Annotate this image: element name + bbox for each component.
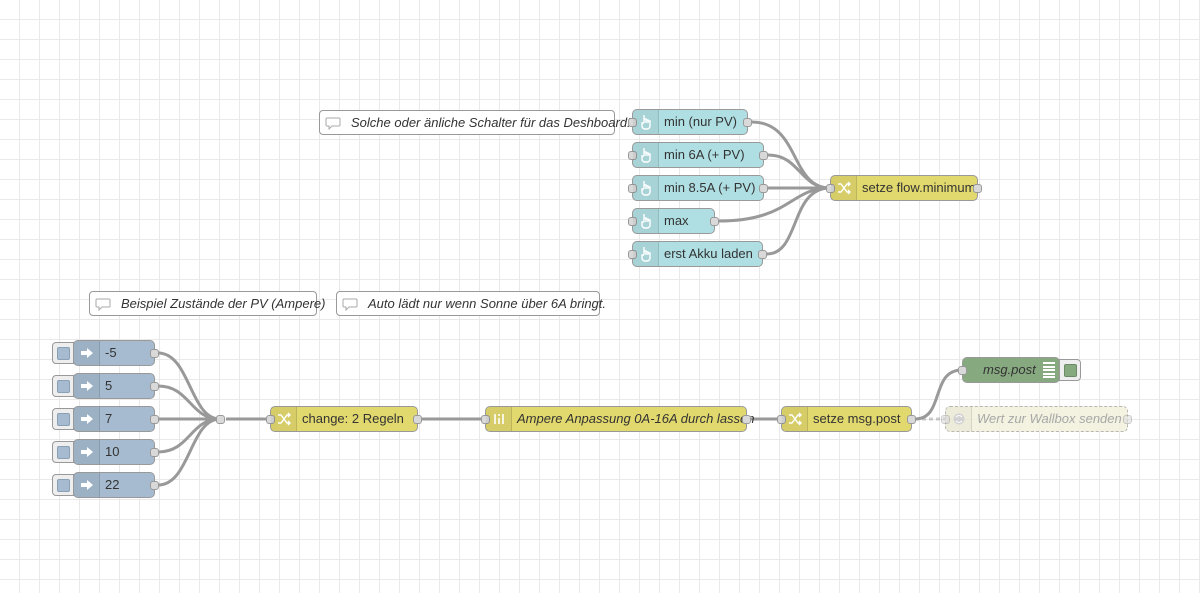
wire-junction[interactable] xyxy=(216,415,225,424)
debug-toggle-button[interactable] xyxy=(1059,359,1081,381)
node-label: erst Akku laden xyxy=(664,246,753,261)
node-label: 10 xyxy=(105,444,120,459)
inject-trigger-button[interactable] xyxy=(52,408,74,430)
hand-pointer-icon xyxy=(633,143,659,167)
wire xyxy=(767,153,831,190)
node-label: 7 xyxy=(105,411,113,426)
output-port[interactable] xyxy=(759,151,768,160)
output-port[interactable] xyxy=(150,415,159,424)
output-port[interactable] xyxy=(710,217,719,226)
node-label: Wert zur Wallbox senden xyxy=(977,411,1122,426)
dashboard-button-min-8-5a[interactable]: min 8.5A (+ PV) xyxy=(628,175,768,201)
wire xyxy=(157,384,221,421)
arrow-right-icon xyxy=(74,374,100,398)
speech-bubble-icon xyxy=(90,292,115,315)
globe-icon xyxy=(946,407,972,431)
inject-node-minus-5[interactable]: -5 xyxy=(52,340,159,366)
output-port[interactable] xyxy=(742,415,751,424)
change-node-msg-post[interactable]: setze msg.post xyxy=(777,406,916,432)
node-label: min 6A (+ PV) xyxy=(664,147,745,162)
function-node-ampere[interactable]: Ampere Anpassung 0A-16A durch lassen xyxy=(481,406,755,432)
shuffle-icon xyxy=(271,407,297,431)
output-port[interactable] xyxy=(973,184,982,193)
dashboard-button-akku[interactable]: erst Akku laden xyxy=(628,241,767,267)
inject-trigger-button[interactable] xyxy=(52,375,74,397)
change-node-rules[interactable]: change: 2 Regeln xyxy=(266,406,422,432)
node-label: max xyxy=(664,213,689,228)
output-port[interactable] xyxy=(150,448,159,457)
inject-trigger-button[interactable] xyxy=(52,441,74,463)
comment-label: Auto lädt nur wenn Sonne über 6A bringt. xyxy=(368,296,607,311)
function-icon xyxy=(486,407,512,431)
output-port[interactable] xyxy=(907,415,916,424)
node-label: msg.post xyxy=(983,362,1036,377)
node-label: setze flow.minimum xyxy=(862,180,976,195)
node-label: -5 xyxy=(105,345,117,360)
debug-node-msg-post[interactable]: msg.post xyxy=(958,357,1081,383)
input-port[interactable] xyxy=(958,366,967,375)
list-icon xyxy=(1043,362,1055,378)
comment-label: Beispiel Zustände der PV (Ampere) xyxy=(121,296,326,311)
comment-pv-states[interactable]: Beispiel Zustände der PV (Ampere) xyxy=(89,291,325,316)
hand-pointer-icon xyxy=(633,110,659,134)
hand-pointer-icon xyxy=(633,176,659,200)
node-label: 5 xyxy=(105,378,113,393)
node-label: 22 xyxy=(105,477,120,492)
arrow-right-icon xyxy=(74,440,100,464)
inject-node-7[interactable]: 7 xyxy=(52,406,159,432)
output-port[interactable] xyxy=(758,250,767,259)
inject-node-10[interactable]: 10 xyxy=(52,439,159,465)
node-label: setze msg.post xyxy=(813,411,901,426)
change-node-flow-minimum[interactable]: setze flow.minimum xyxy=(826,175,982,201)
shuffle-icon xyxy=(831,176,857,200)
arrow-right-icon xyxy=(74,341,100,365)
output-port[interactable] xyxy=(150,481,159,490)
hand-pointer-icon xyxy=(633,209,659,233)
dashboard-button-max[interactable]: max xyxy=(628,208,719,234)
speech-bubble-icon xyxy=(337,292,362,315)
hand-pointer-icon xyxy=(633,242,659,266)
arrow-right-icon xyxy=(74,407,100,431)
node-label: min 8.5A (+ PV) xyxy=(664,180,756,195)
output-port[interactable] xyxy=(150,382,159,391)
comment-label: Solche oder änliche Schalter für das Des… xyxy=(351,115,638,130)
node-label: Ampere Anpassung 0A-16A durch lassen xyxy=(517,411,755,426)
dashboard-button-min-pv[interactable]: min (nur PV) xyxy=(628,109,752,135)
inject-node-22[interactable]: 22 xyxy=(52,472,159,498)
output-port[interactable] xyxy=(1123,415,1132,424)
comment-dashboard[interactable]: Solche oder änliche Schalter für das Des… xyxy=(319,110,638,135)
node-label: change: 2 Regeln xyxy=(302,411,404,426)
speech-bubble-icon xyxy=(320,111,345,134)
output-port[interactable] xyxy=(759,184,768,193)
comment-sun[interactable]: Auto lädt nur wenn Sonne über 6A bringt. xyxy=(336,291,606,316)
wire xyxy=(157,417,221,454)
output-port[interactable] xyxy=(413,415,422,424)
dashboard-button-min-6a[interactable]: min 6A (+ PV) xyxy=(628,142,768,168)
inject-trigger-button[interactable] xyxy=(52,342,74,364)
inject-node-5[interactable]: 5 xyxy=(52,373,159,399)
shuffle-icon xyxy=(782,407,808,431)
inject-trigger-button[interactable] xyxy=(52,474,74,496)
http-request-node-wallbox[interactable]: Wert zur Wallbox senden xyxy=(941,406,1132,432)
arrow-right-icon xyxy=(74,473,100,497)
node-label: min (nur PV) xyxy=(664,114,737,129)
output-port[interactable] xyxy=(150,349,159,358)
output-port[interactable] xyxy=(743,118,752,127)
